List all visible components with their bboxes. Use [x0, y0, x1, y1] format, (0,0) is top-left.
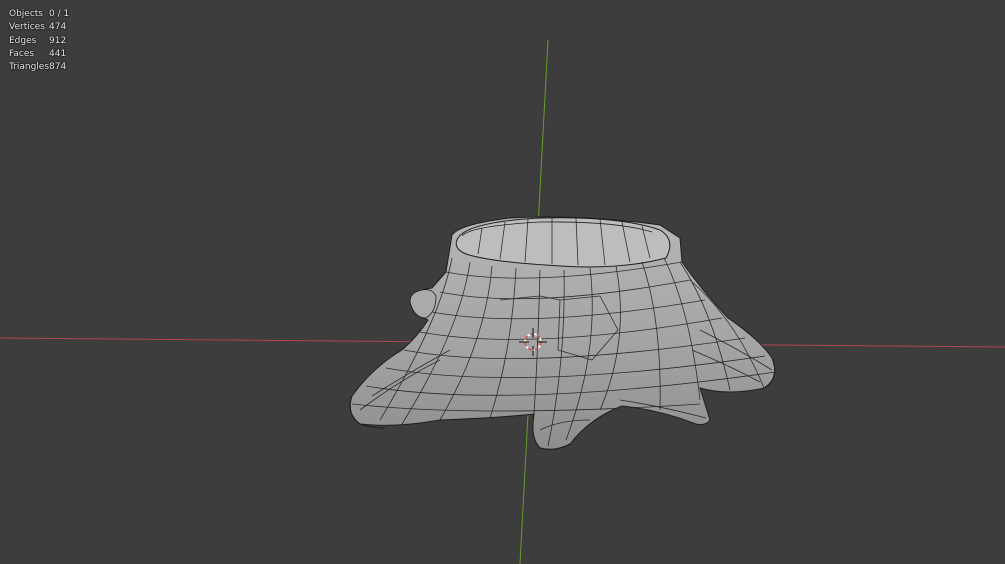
stat-label: Objects [9, 9, 44, 19]
stat-row-vertices: Vertices 474 [9, 21, 69, 34]
tree-stump-mesh[interactable] [349, 216, 776, 450]
scene [0, 39, 1005, 564]
stat-row-objects: Objects 0 / 1 [9, 8, 69, 21]
stat-label: Faces [9, 48, 35, 59]
stat-row-triangles: Triangles 874 [9, 61, 69, 74]
stat-row-faces: Faces 441 [9, 48, 69, 61]
stat-label: Edges [9, 35, 37, 46]
stat-label: Vertices [9, 22, 45, 33]
stat-value: 912 [49, 35, 67, 46]
stat-value: 874 [49, 62, 67, 73]
statistics-overlay: Objects 0 / 1 Vertices 474 Edges 912 Fac… [9, 8, 69, 74]
stat-label: Triangles [9, 62, 50, 73]
stat-row-edges: Edges 912 [9, 35, 69, 48]
stat-value: 0 / 1 [49, 9, 70, 19]
stat-value: 441 [49, 48, 67, 59]
stat-value: 474 [49, 22, 67, 33]
3d-viewport[interactable]: Objects 0 / 1 Vertices 474 Edges 912 Fac… [0, 0, 1005, 564]
